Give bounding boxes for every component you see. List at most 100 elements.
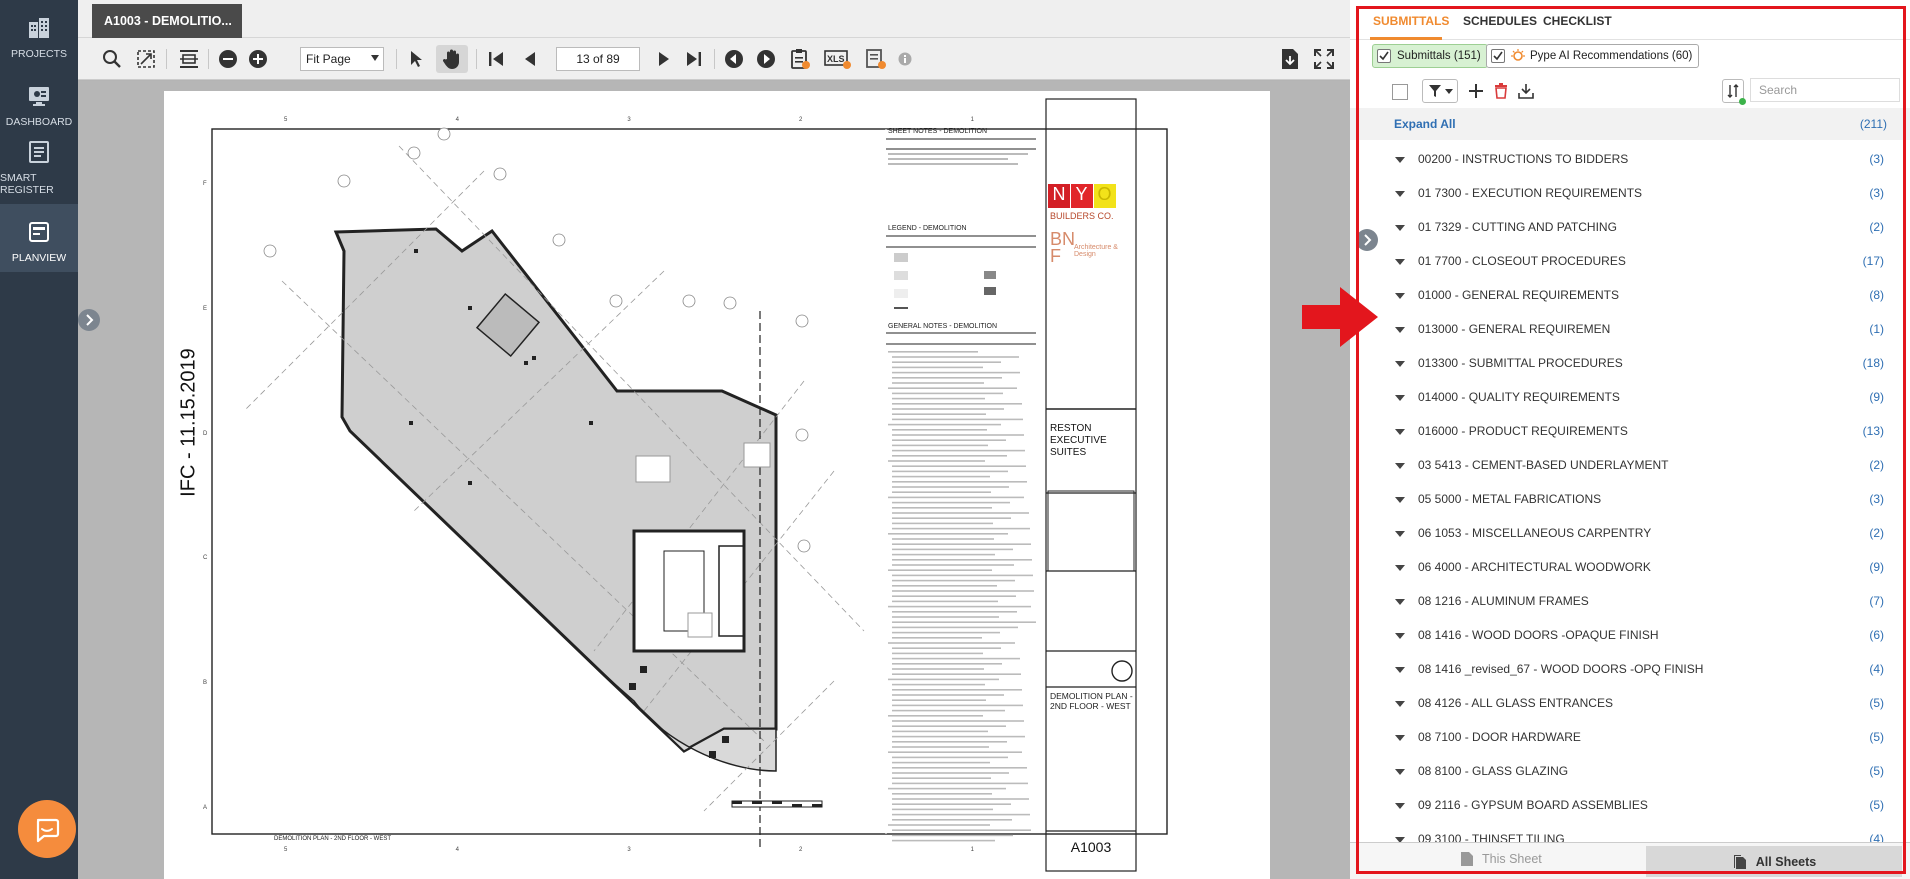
info-icon[interactable] [896,47,914,71]
list-item[interactable]: 08 1416 _revised_67 - WOOD DOORS -OPQ FI… [1350,652,1910,686]
clipboard-icon[interactable] [788,47,812,71]
grid-label: 2 [798,117,803,123]
list-item[interactable]: 014000 - QUALITY REQUIREMENTS (9) [1350,380,1910,414]
nav-item-planview[interactable]: PLANVIEW [0,204,78,272]
next-sheet-icon[interactable] [754,47,778,71]
scale-bar [731,800,823,808]
nav-item-smart-register[interactable]: SMART REGISTER [0,136,78,204]
list-item[interactable]: 08 7100 - DOOR HARDWARE (5) [1350,720,1910,754]
search-icon[interactable] [100,47,124,71]
section-count: (7) [1869,594,1884,608]
list-item[interactable]: 06 1053 - MISCELLANEOUS CARPENTRY (2) [1350,516,1910,550]
list-item[interactable]: 05 5000 - METAL FABRICATIONS (3) [1350,482,1910,516]
monitor-icon [27,84,51,108]
import-icon[interactable] [1518,83,1534,102]
tab-checklist[interactable]: CHECKLIST [1543,14,1612,28]
sheet-report-icon[interactable] [864,47,888,71]
section-label: 05 5000 - METAL FABRICATIONS [1418,492,1602,506]
delete-icon[interactable] [1494,83,1508,102]
grid-label: 1 [970,117,974,123]
nav-item-dashboard[interactable]: DASHBOARD [0,68,78,136]
pan-hand-icon[interactable] [436,45,468,73]
search-input[interactable]: Search [1750,78,1900,102]
all-sheets-label: All Sheets [1755,854,1817,869]
caret-down-icon [1395,429,1405,435]
this-sheet-button[interactable]: This Sheet [1460,851,1542,867]
select-all-checkbox[interactable] [1392,84,1408,100]
tab-submittals[interactable]: SUBMITTALS [1373,14,1449,28]
legend-title: LEGEND - DEMOLITION [888,225,967,232]
section-count: (9) [1869,560,1884,574]
grid-label: 3 [627,847,631,853]
tab-schedules[interactable]: SCHEDULES [1463,14,1537,28]
download-icon[interactable] [1278,47,1302,71]
section-count: (2) [1869,526,1884,540]
list-item[interactable]: 09 3100 - THINSET TILING (4) [1350,822,1910,842]
expand-all-link[interactable]: Expand All [1394,117,1456,131]
sort-button[interactable] [1722,79,1746,105]
issue-stamp: IFC - 11.15.2019 [177,348,200,497]
add-icon[interactable] [1468,83,1484,102]
last-page-icon[interactable] [682,47,706,71]
previous-page-icon[interactable] [518,47,542,71]
zoom-area-icon[interactable] [134,47,158,71]
list-item[interactable]: 013000 - GENERAL REQUIREMEN (1) [1350,312,1910,346]
section-label: 016000 - PRODUCT REQUIREMENTS [1418,424,1628,438]
document-tab-bar: A1003 - DEMOLITIO... [78,0,1350,38]
section-count: (18) [1862,356,1884,370]
sheet-canvas[interactable]: IFC - 11.15.2019 SHEET NOTES - DEMOLITIO… [78,81,1350,879]
caret-down-icon [1395,395,1405,401]
submittals-filter-chip[interactable]: Submittals (151) [1372,44,1488,68]
section-label: 013000 - GENERAL REQUIREMEN [1418,322,1611,336]
filter-chips: Submittals (151) Pype AI Recommendations… [1350,40,1910,74]
architect-mark: BN F [1050,229,1076,266]
next-page-icon[interactable] [652,47,676,71]
submittals-panel: SUBMITTALS SCHEDULES CHECKLIST Submittal… [1350,0,1910,879]
list-item[interactable]: 01 7329 - CUTTING AND PATCHING (2) [1350,210,1910,244]
zoom-select[interactable]: Fit Page [300,47,384,71]
list-item[interactable]: 08 1416 - WOOD DOORS -OPAQUE FINISH (6) [1350,618,1910,652]
section-count: (4) [1869,832,1884,842]
list-item[interactable]: 01 7300 - EXECUTION REQUIREMENTS (3) [1350,176,1910,210]
list-item[interactable]: 01 7700 - CLOSEOUT PROCEDURES (17) [1350,244,1910,278]
filter-icon [1428,85,1441,97]
section-count: (5) [1869,730,1884,744]
filter-dropdown-button[interactable] [1422,79,1458,103]
select-pointer-icon[interactable] [404,47,428,71]
list-item[interactable]: 01000 - GENERAL REQUIREMENTS (8) [1350,278,1910,312]
list-item[interactable]: 06 4000 - ARCHITECTURAL WOODWORK (9) [1350,550,1910,584]
all-sheets-button[interactable]: All Sheets [1646,846,1902,877]
list-item[interactable]: 08 1216 - ALUMINUM FRAMES (7) [1350,584,1910,618]
fullscreen-icon[interactable] [1312,47,1336,71]
section-count: (3) [1869,152,1884,166]
grid-label: D [203,430,208,437]
caret-down-icon [1395,293,1405,299]
list-item[interactable]: 00200 - INSTRUCTIONS TO BIDDERS (3) [1350,142,1910,176]
grid-label: 2 [798,847,803,853]
caret-down-icon [1395,259,1405,265]
page-number-input[interactable]: 13 of 89 [556,47,640,71]
list-item[interactable]: 08 8100 - GLASS GLAZING (5) [1350,754,1910,788]
list-item[interactable]: 08 4126 - ALL GLASS ENTRANCES (5) [1350,686,1910,720]
list-item[interactable]: 09 2116 - GYPSUM BOARD ASSEMBLIES (5) [1350,788,1910,822]
building-icon [27,16,51,40]
fit-width-icon[interactable] [176,47,202,71]
list-item[interactable]: 013300 - SUBMITTAL PROCEDURES (18) [1350,346,1910,380]
grid-label: F [203,181,207,187]
zoom-out-icon[interactable] [216,47,240,71]
zoom-in-icon[interactable] [246,47,270,71]
first-page-icon[interactable] [484,47,508,71]
section-label: 08 1416 - WOOD DOORS -OPAQUE FINISH [1418,628,1659,642]
list-item[interactable]: 016000 - PRODUCT REQUIREMENTS (13) [1350,414,1910,448]
previous-sheet-icon[interactable] [722,47,746,71]
sheet-number: A1003 [1070,839,1112,855]
list-item[interactable]: 03 5413 - CEMENT-BASED UNDERLAYMENT (2) [1350,448,1910,482]
chat-launcher-button[interactable] [18,800,76,858]
excel-export-icon[interactable]: XLS [823,47,853,71]
expand-sidebar-button[interactable] [78,309,100,331]
nav-item-projects[interactable]: PROJECTS [0,0,78,68]
ai-recommendations-chip[interactable]: Pype AI Recommendations (60) [1486,44,1700,68]
register-icon [27,140,51,164]
caret-down-icon [1395,361,1405,367]
document-tab[interactable]: A1003 - DEMOLITIO... [92,4,242,38]
